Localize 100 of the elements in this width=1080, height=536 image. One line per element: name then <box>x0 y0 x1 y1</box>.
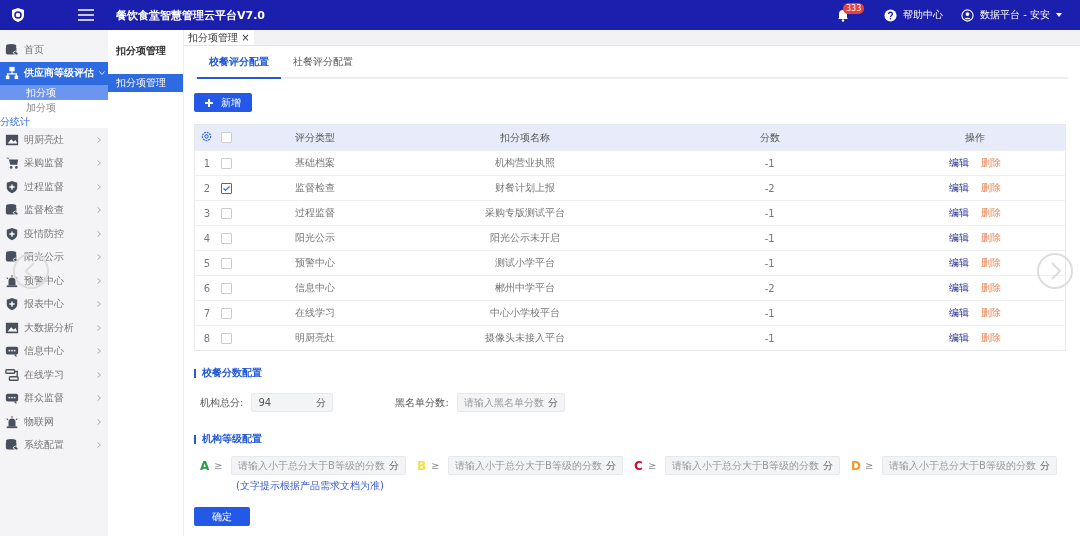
table-cell: 机构营业执照 <box>495 157 556 168</box>
row-number: 8 <box>203 332 211 344</box>
column-header: 扣分项名称 <box>500 131 551 143</box>
sidebar-item[interactable]: 报表中心 <box>0 292 108 316</box>
sidebar-item[interactable]: 采购监督 <box>0 151 108 175</box>
settings-icon[interactable] <box>201 131 213 142</box>
sidebar-item[interactable]: 供应商等级评估 <box>0 61 108 85</box>
sidebar-item[interactable]: 过程监督 <box>0 175 108 199</box>
grade-letter: D <box>851 458 862 473</box>
grade-letter: A <box>200 458 211 473</box>
database-icon <box>5 203 19 218</box>
help-icon[interactable] <box>884 8 898 22</box>
row-number: 3 <box>203 207 211 219</box>
delete-link[interactable]: 删除 <box>980 207 1001 218</box>
menu-icon[interactable] <box>78 9 94 21</box>
tab[interactable]: 社餐评分配置 <box>281 46 365 79</box>
delete-link[interactable]: 删除 <box>980 257 1001 268</box>
comparison-symbol: ≥ <box>214 460 224 471</box>
sidebar-item[interactable]: 在线学习 <box>0 363 108 387</box>
table-cell: 监督检查 <box>295 182 336 193</box>
checkbox[interactable] <box>221 182 233 194</box>
grade-field[interactable]: 请输入小于总分大于B等级的分数 分 <box>882 456 1057 475</box>
sidebar-item[interactable]: 监督检查 <box>0 198 108 222</box>
add-button[interactable]: 新增 <box>194 93 252 112</box>
sidebar-item[interactable]: 物联网 <box>0 410 108 434</box>
table-cell: 预警中心 <box>295 257 336 268</box>
sidebar-item[interactable]: 明厨亮灶 <box>0 128 108 152</box>
row-number: 7 <box>203 307 211 319</box>
table-cell: -1 <box>764 232 775 244</box>
sidebar-item[interactable]: 信息中心 <box>0 339 108 363</box>
alarm-icon <box>5 273 19 288</box>
table-cell: -1 <box>764 307 775 319</box>
sidebar-subitem[interactable]: 加分项 <box>0 100 108 115</box>
comparison-symbol: ≥ <box>648 460 658 471</box>
section-title: 校餐分数配置 <box>202 366 262 380</box>
field-label: 黑名单分数: <box>395 395 449 410</box>
delete-link[interactable]: 删除 <box>980 307 1001 318</box>
edit-link[interactable]: 编辑 <box>948 332 969 343</box>
column-header: 分数 <box>759 131 780 143</box>
table-cell: 明厨亮灶 <box>295 332 336 343</box>
delete-link[interactable]: 删除 <box>980 157 1001 168</box>
table-cell: -2 <box>764 182 775 194</box>
page-tab[interactable]: 扣分项管理 × <box>184 30 254 45</box>
shield-logo-icon <box>10 7 26 23</box>
delete-link[interactable]: 删除 <box>980 182 1001 193</box>
row-number: 2 <box>203 182 211 194</box>
user-menu[interactable]: 数据平台 - 安安 <box>980 8 1050 22</box>
table-cell: 中心小学校平台 <box>490 307 561 318</box>
comparison-symbol: ≥ <box>431 460 441 471</box>
grade-letter: C <box>634 458 644 473</box>
table-cell: 郴州中学平台 <box>495 282 556 293</box>
tab[interactable]: 校餐评分配置 <box>197 46 281 79</box>
alarm-icon <box>5 414 19 429</box>
sidebar-subitem[interactable]: 扣分项 <box>0 85 108 100</box>
grade-field[interactable]: 请输入小于总分大于B等级的分数 分 <box>448 456 623 475</box>
database-icon <box>5 438 19 453</box>
table-cell: -1 <box>764 332 775 344</box>
row-number: 5 <box>203 257 211 269</box>
edit-link[interactable]: 编辑 <box>948 207 969 218</box>
delete-link[interactable]: 删除 <box>980 332 1001 343</box>
sidebar-item[interactable]: 首页 <box>0 38 108 62</box>
caret-icon[interactable] <box>1056 13 1062 17</box>
sidebar-item[interactable]: 预警中心 <box>0 269 108 293</box>
edit-link[interactable]: 编辑 <box>948 232 969 243</box>
grade-field[interactable]: 请输入小于总分大于B等级的分数 分 <box>231 456 406 475</box>
table-cell: 阳光公示未开启 <box>490 232 561 243</box>
sidebar-item[interactable]: 系统配置 <box>0 433 108 457</box>
table-cell: 测试小学平台 <box>495 257 556 268</box>
user-icon[interactable] <box>961 8 975 22</box>
table-cell: 过程监督 <box>295 207 336 218</box>
app-title: 餐饮食堂智慧管理云平台V7.0 <box>116 7 265 23</box>
image-icon <box>5 132 19 147</box>
edit-link[interactable]: 编辑 <box>948 282 969 293</box>
table-cell: 摄像头未接入平台 <box>485 332 566 343</box>
sidebar-item[interactable]: 疫情防控 <box>0 222 108 246</box>
delete-link[interactable]: 删除 <box>980 232 1001 243</box>
row-number: 4 <box>203 232 211 244</box>
subnav-item[interactable]: 扣分项管理 <box>108 74 183 92</box>
grade-field[interactable]: 请输入小于总分大于B等级的分数 分 <box>665 456 840 475</box>
flow-icon <box>5 367 19 382</box>
score-field[interactable]: 请输入黑名单分数 分 <box>456 393 565 412</box>
edit-link[interactable]: 编辑 <box>948 307 969 318</box>
score-field[interactable]: 94 分 <box>251 393 334 412</box>
edit-link[interactable]: 编辑 <box>948 257 969 268</box>
table-cell: 采购专版测试平台 <box>485 207 566 218</box>
table-cell: 财餐计划上报 <box>495 182 556 193</box>
edit-link[interactable]: 编辑 <box>948 182 969 193</box>
column-header: 评分类型 <box>295 131 336 143</box>
sidebar-item[interactable]: 大数据分析 <box>0 316 108 340</box>
help-link[interactable]: 帮助中心 <box>903 8 944 22</box>
shield-icon <box>5 226 19 241</box>
edit-link[interactable]: 编辑 <box>948 157 969 168</box>
sidebar-item[interactable]: 群众监督 <box>0 386 108 410</box>
notification-badge: 333 <box>843 3 865 14</box>
delete-link[interactable]: 删除 <box>980 282 1001 293</box>
confirm-button[interactable]: 确定 <box>194 507 250 526</box>
hint-text: (文字提示根据产品需求文档为准) <box>236 479 384 493</box>
sidebar-item[interactable]: 分统计 <box>0 115 108 128</box>
field-label: 机构总分: <box>200 395 244 410</box>
comparison-symbol: ≥ <box>865 460 875 471</box>
